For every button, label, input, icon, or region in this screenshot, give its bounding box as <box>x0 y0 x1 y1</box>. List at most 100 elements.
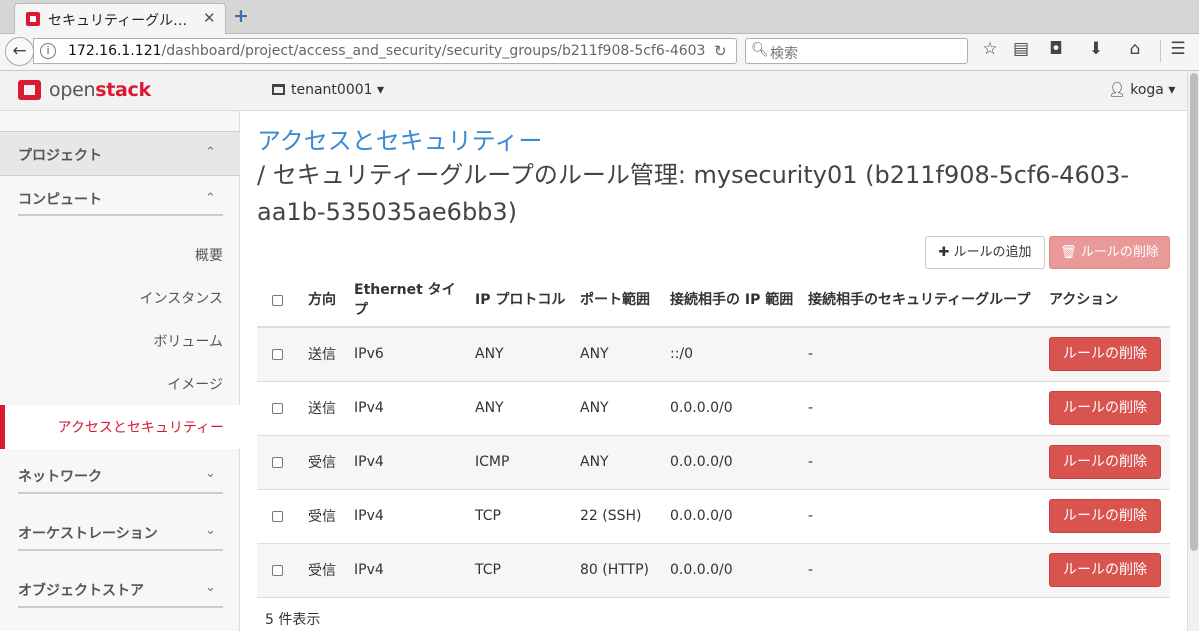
table-row: 送信 IPv6 ANY ANY ::/0 - ルールの削除 <box>257 327 1170 382</box>
tenant-name: tenant0001 <box>291 82 373 98</box>
column-header-ethernet-type[interactable]: Ethernet タイプ <box>350 274 471 328</box>
tab-title: セキュリティーグル… <box>48 13 188 29</box>
back-arrow-icon[interactable]: ← <box>5 37 34 66</box>
url-bar[interactable]: i 172.16.1.121/dashboard/project/access_… <box>33 38 737 64</box>
chevron-up-icon: ⌃ <box>205 191 216 206</box>
logo-text-stack: stack <box>95 79 151 101</box>
tenant-icon <box>272 84 285 95</box>
sidebar-object-store-panel[interactable]: オブジェクトストア ⌄ <box>0 563 240 620</box>
cell-port-range: ANY <box>576 381 666 436</box>
openstack-logo-text[interactable]: openstack <box>49 79 151 101</box>
column-header-direction[interactable]: 方向 <box>304 274 350 328</box>
select-all-checkbox[interactable] <box>272 294 283 306</box>
pocket-icon[interactable]: ◘ <box>1045 39 1067 59</box>
sidebar-project-panel[interactable]: プロジェクト ⌃ <box>0 131 240 176</box>
column-header-remote-ip[interactable]: 接続相手の IP 範囲 <box>666 274 804 328</box>
delete-rule-button[interactable]: ルールの削除 <box>1049 337 1161 372</box>
rules-table: 方向 Ethernet タイプ IP プロトコル ポート範囲 接続相手の IP … <box>257 274 1170 598</box>
reload-icon[interactable]: ↻ <box>714 42 727 60</box>
cell-ethernet-type: IPv4 <box>350 489 471 544</box>
sidebar-divider <box>18 492 223 494</box>
column-header-port-range[interactable]: ポート範囲 <box>576 274 666 328</box>
cell-action: ルールの削除 <box>1045 327 1170 382</box>
sidebar-item-access-security[interactable]: アクセスとセキュリティー <box>0 405 240 449</box>
sidebar-item-instances[interactable]: インスタンス <box>140 288 223 308</box>
cell-ip-protocol: TCP <box>471 543 576 598</box>
cell-remote-ip: 0.0.0.0/0 <box>666 435 804 490</box>
cell-ip-protocol: ANY <box>471 381 576 436</box>
delete-rules-button[interactable]: 🗑︎ ルールの削除 <box>1049 236 1170 269</box>
delete-rule-button[interactable]: ルールの削除 <box>1049 391 1161 425</box>
page-title[interactable]: アクセスとセキュリティー <box>257 121 542 156</box>
cell-remote-group: - <box>804 435 1045 490</box>
main-content: アクセスとセキュリティー / セキュリティーグループのルール管理: mysecu… <box>241 111 1187 631</box>
add-rule-label: ルールの追加 <box>953 245 1032 260</box>
cell-remote-group: - <box>804 381 1045 436</box>
new-tab-plus-icon[interactable]: + <box>233 5 249 27</box>
sidebar-item-images[interactable]: イメージ <box>167 374 223 394</box>
column-header-remote-group[interactable]: 接続相手のセキュリティーグループ <box>804 274 1045 328</box>
user-name: koga <box>1130 82 1164 98</box>
hamburger-menu-icon[interactable]: ☰ <box>1167 39 1189 59</box>
sidebar-orchestration-panel[interactable]: オーケストレーション ⌄ <box>0 506 240 563</box>
sidebar-divider <box>18 606 223 608</box>
url-host: 172.16.1.121 <box>68 43 162 59</box>
row-select-cell <box>257 435 304 490</box>
sidebar-divider <box>18 549 223 551</box>
download-arrow-icon[interactable]: ⬇ <box>1085 39 1107 59</box>
delete-rules-label: ルールの削除 <box>1080 245 1159 260</box>
browser-tab-bar: セキュリティーグル… ✕ + <box>0 0 1199 34</box>
table-row: 受信 IPv4 ICMP ANY 0.0.0.0/0 - ルールの削除 <box>257 435 1170 490</box>
user-icon: 👤︎ <box>1108 82 1126 98</box>
trash-icon: 🗑︎ <box>1060 245 1077 260</box>
openstack-favicon-icon <box>26 12 40 26</box>
cell-action: ルールの削除 <box>1045 489 1170 544</box>
add-rule-button[interactable]: ✚ ルールの追加 <box>925 236 1045 269</box>
reading-list-icon[interactable]: ▤ <box>1010 39 1032 59</box>
bookmark-star-icon[interactable]: ☆ <box>979 39 1001 59</box>
cell-direction: 受信 <box>304 489 350 544</box>
sidebar-object-store-label: オブジェクトストア <box>18 583 144 599</box>
tenant-dropdown[interactable]: tenant0001 ▾ <box>272 82 384 98</box>
row-checkbox[interactable] <box>272 564 283 576</box>
delete-rule-button[interactable]: ルールの削除 <box>1049 445 1161 479</box>
chevron-up-icon: ⌃ <box>205 145 216 160</box>
sidebar-network-panel[interactable]: ネットワーク ⌄ <box>0 449 240 506</box>
sidebar-item-volumes[interactable]: ボリューム <box>153 331 223 351</box>
chevron-down-icon: ⌄ <box>205 523 216 538</box>
table-row: 受信 IPv4 TCP 22 (SSH) 0.0.0.0/0 - ルールの削除 <box>257 489 1170 544</box>
home-icon[interactable]: ⌂ <box>1124 39 1146 59</box>
cell-direction: 送信 <box>304 381 350 436</box>
row-checkbox[interactable] <box>272 510 283 522</box>
cell-ip-protocol: ANY <box>471 327 576 382</box>
cell-port-range: ANY <box>576 327 666 382</box>
page-scrollbar[interactable] <box>1187 71 1199 631</box>
cell-port-range: 80 (HTTP) <box>576 543 666 598</box>
user-dropdown[interactable]: 👤︎ koga ▾ <box>1108 82 1175 98</box>
openstack-logo-icon[interactable] <box>18 80 41 100</box>
url-text[interactable]: 172.16.1.121/dashboard/project/access_an… <box>68 43 705 59</box>
cell-remote-ip: ::/0 <box>666 327 804 382</box>
browser-nav-bar: i 172.16.1.121/dashboard/project/access_… <box>0 34 1199 71</box>
scrollbar-thumb[interactable] <box>1190 73 1198 551</box>
cell-direction: 受信 <box>304 435 350 490</box>
close-tab-icon[interactable]: ✕ <box>203 9 216 27</box>
delete-rule-button[interactable]: ルールの削除 <box>1049 499 1161 533</box>
sidebar-compute-panel[interactable]: コンピュート ⌃ <box>0 176 240 221</box>
browser-tab[interactable]: セキュリティーグル… ✕ <box>14 3 226 34</box>
caret-down-icon: ▾ <box>377 82 385 98</box>
row-checkbox[interactable] <box>272 456 283 468</box>
sidebar-project-label: プロジェクト <box>18 148 102 164</box>
sidebar-compute-label: コンピュート <box>18 192 102 208</box>
row-checkbox[interactable] <box>272 348 283 360</box>
column-header-actions: アクション <box>1045 274 1170 328</box>
sidebar-item-overview[interactable]: 概要 <box>195 245 223 265</box>
delete-rule-button[interactable]: ルールの削除 <box>1049 553 1161 587</box>
cell-ip-protocol: ICMP <box>471 435 576 490</box>
site-info-icon[interactable]: i <box>40 43 56 59</box>
row-checkbox[interactable] <box>272 402 283 414</box>
search-input[interactable]: 🔍︎ 検索 <box>745 38 968 64</box>
column-header-ip-protocol[interactable]: IP プロトコル <box>471 274 576 328</box>
cell-ethernet-type: IPv4 <box>350 381 471 436</box>
cell-ethernet-type: IPv4 <box>350 543 471 598</box>
